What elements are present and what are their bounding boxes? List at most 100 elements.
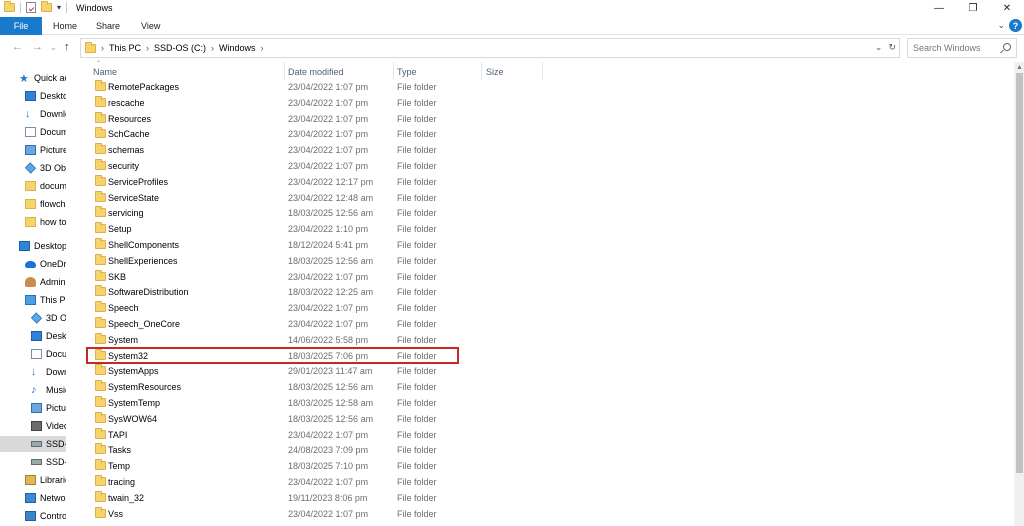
- table-row[interactable]: tracing 23/04/2022 1:07 pm File folder: [86, 474, 466, 490]
- column-header-size[interactable]: Size: [486, 66, 504, 78]
- table-row[interactable]: security 23/04/2022 1:07 pm File folder: [86, 158, 466, 174]
- sidebar-item-music[interactable]: ♪ Music: [0, 382, 66, 398]
- table-row[interactable]: ShellExperiences 18/03/2025 12:56 am File …: [86, 253, 466, 269]
- vertical-scrollbar[interactable]: ▲: [1014, 62, 1024, 526]
- sidebar-item-libraries[interactable]: Libraries: [0, 472, 66, 488]
- tab-share[interactable]: Share: [96, 17, 120, 35]
- table-row[interactable]: SKB 23/04/2022 1:07 pm File folder: [86, 269, 466, 285]
- new-folder-icon[interactable]: [41, 1, 52, 12]
- sidebar-item-ssd-data[interactable]: SSD-DATA (D:): [0, 454, 66, 470]
- sidebar-item-desktop[interactable]: Desktop📌: [0, 88, 66, 104]
- table-row[interactable]: SchCache 23/04/2022 1:07 pm File folder: [86, 126, 466, 142]
- customize-toolbar-icon[interactable]: ▾: [57, 3, 61, 12]
- sidebar-item-admin[interactable]: Admin: [0, 274, 66, 290]
- table-row[interactable]: Vss 23/04/2022 1:07 pm File folder: [86, 506, 466, 522]
- table-row[interactable]: Speech_OneCore 23/04/2022 1:07 pm File fol…: [86, 316, 466, 332]
- file-type: File folder: [397, 382, 437, 393]
- table-row[interactable]: Setup 23/04/2022 1:10 pm File folder: [86, 221, 466, 237]
- table-row[interactable]: rescache 23/04/2022 1:07 pm File folder: [86, 95, 466, 111]
- table-row[interactable]: TAPI 23/04/2022 1:07 pm File folder: [86, 427, 466, 443]
- sidebar-item-downloads-pc[interactable]: ↓ Downloads: [0, 364, 66, 380]
- sidebar-item-desktop-root[interactable]: Desktop: [0, 238, 66, 254]
- table-row[interactable]: SystemResources 18/03/2025 12:56 am File f…: [86, 379, 466, 395]
- sidebar-item-documents[interactable]: Documents📌: [0, 124, 66, 140]
- breadcrumb-this-pc[interactable]: This PC: [109, 43, 141, 53]
- file-name: tracing: [108, 477, 136, 487]
- table-row[interactable]: SystemApps 29/01/2023 11:47 am File folder: [86, 363, 466, 379]
- sidebar-item-how-to[interactable]: how to: [0, 214, 66, 230]
- table-row[interactable]: SysWOW64 18/03/2025 12:56 am File folder: [86, 411, 466, 427]
- breadcrumb-windows[interactable]: Windows: [219, 43, 256, 53]
- table-row[interactable]: ShellComponents 18/12/2024 5:41 pm File fo…: [86, 237, 466, 253]
- tab-view[interactable]: View: [141, 17, 160, 35]
- sidebar-item-flowchart[interactable]: flowchart: [0, 196, 66, 212]
- sidebar-item-onedrive[interactable]: OneDrive: [0, 256, 66, 272]
- recent-locations-icon[interactable]: ⌄: [50, 43, 57, 52]
- column-divider[interactable]: [542, 62, 543, 80]
- chevron-right-icon[interactable]: ›: [261, 43, 264, 53]
- table-row[interactable]: RemotePackages 23/04/2022 1:07 pm File fol…: [86, 79, 466, 95]
- minimize-button[interactable]: —: [922, 0, 956, 17]
- folder-icon[interactable]: [4, 1, 15, 12]
- sidebar-item-pictures-pc[interactable]: Pictures: [0, 400, 66, 416]
- column-divider[interactable]: [481, 62, 482, 80]
- up-arrow-icon[interactable]: ↑: [64, 41, 70, 53]
- properties-icon[interactable]: [26, 2, 36, 13]
- column-header-date-modified[interactable]: Date modified: [288, 66, 344, 78]
- sidebar-item-ssd-os[interactable]: SSD-OS (C:): [0, 436, 66, 452]
- table-row[interactable]: schemas 23/04/2022 1:07 pm File folder: [86, 142, 466, 158]
- restore-button[interactable]: ❐: [956, 0, 990, 17]
- table-row[interactable]: ServiceState 23/04/2022 12:48 am File fold…: [86, 190, 466, 206]
- tab-home[interactable]: Home: [53, 17, 77, 35]
- table-row[interactable]: Tasks 24/08/2023 7:09 pm File folder: [86, 442, 466, 458]
- tab-file[interactable]: File: [0, 17, 42, 35]
- back-arrow-icon[interactable]: ←: [12, 41, 23, 53]
- sidebar-item-videos[interactable]: Videos: [0, 418, 66, 434]
- search-input[interactable]: Search Windows: [907, 38, 1017, 58]
- sidebar-item-downloads[interactable]: ↓Downloads📌: [0, 106, 66, 122]
- pictures-icon: [25, 145, 36, 155]
- sidebar-item-this-pc[interactable]: This PC: [0, 292, 66, 308]
- table-row[interactable]: servicing 18/03/2025 12:56 am File folder: [86, 205, 466, 221]
- address-bar[interactable]: › This PC › SSD-OS (C:) › Windows › ⌄ ↻: [80, 38, 900, 58]
- scrollbar-thumb[interactable]: [1016, 73, 1023, 473]
- table-row[interactable]: SoftwareDistribution 18/03/2022 12:25 am F…: [86, 284, 466, 300]
- table-row[interactable]: System 14/06/2022 5:58 pm File folder: [86, 332, 466, 348]
- table-row[interactable]: SystemTemp 18/03/2025 12:58 am File folder: [86, 395, 466, 411]
- navigation-pane: ★Quick access Desktop📌 ↓Downloads📌 Docum…: [0, 62, 66, 526]
- chevron-right-icon[interactable]: ›: [101, 43, 104, 53]
- breadcrumb-drive[interactable]: SSD-OS (C:): [154, 43, 206, 53]
- chevron-right-icon[interactable]: ›: [211, 43, 214, 53]
- window-title: Windows: [76, 3, 113, 13]
- sidebar-item-documents-pc[interactable]: Documents: [0, 346, 66, 362]
- close-button[interactable]: ✕: [990, 0, 1024, 17]
- refresh-icon[interactable]: ↻: [888, 42, 896, 53]
- chevron-right-icon[interactable]: ›: [146, 43, 149, 53]
- help-icon[interactable]: ?: [1009, 19, 1022, 32]
- table-row[interactable]: System32 18/03/2025 7:06 pm File folder: [86, 348, 466, 364]
- sidebar-item-quick-access[interactable]: ★ Quick access: [0, 70, 66, 86]
- table-row[interactable]: ServiceProfiles 23/04/2022 12:17 pm File f…: [86, 174, 466, 190]
- table-row[interactable]: Temp 18/03/2025 7:10 pm File folder: [86, 458, 466, 474]
- sidebar-item-network[interactable]: Network: [0, 490, 66, 506]
- column-divider[interactable]: [284, 62, 285, 80]
- sidebar-item-desktop-pc[interactable]: Desktop: [0, 328, 66, 344]
- scroll-up-icon[interactable]: ▲: [1016, 64, 1023, 71]
- file-date-modified: 18/03/2022 12:25 am: [288, 287, 374, 298]
- column-header-name[interactable]: Name: [93, 66, 117, 78]
- sidebar-item-pictures[interactable]: Pictures📌: [0, 142, 66, 158]
- folder-icon: [95, 190, 106, 202]
- table-row[interactable]: Resources 23/04/2022 1:07 pm File folder: [86, 111, 466, 127]
- column-header-type[interactable]: Type: [397, 66, 417, 78]
- table-row[interactable]: twain_32 19/11/2023 8:06 pm File folder: [86, 490, 466, 506]
- sidebar-item-3d-objects[interactable]: 3D Objects: [0, 160, 66, 176]
- chevron-down-icon[interactable]: ⌄: [875, 42, 883, 53]
- sidebar-item-documents-folder[interactable]: documents: [0, 178, 66, 194]
- table-row[interactable]: Speech 23/04/2022 1:07 pm File folder: [86, 300, 466, 316]
- sidebar-item-control-panel[interactable]: Control Panel: [0, 508, 66, 524]
- sidebar-item-3d-objects-pc[interactable]: 3D Objects: [0, 310, 66, 326]
- file-date-modified: 18/03/2025 12:56 am: [288, 382, 374, 393]
- expand-ribbon-icon[interactable]: ⌄: [997, 20, 1005, 31]
- forward-arrow-icon[interactable]: →: [32, 41, 43, 53]
- column-divider[interactable]: [393, 62, 394, 80]
